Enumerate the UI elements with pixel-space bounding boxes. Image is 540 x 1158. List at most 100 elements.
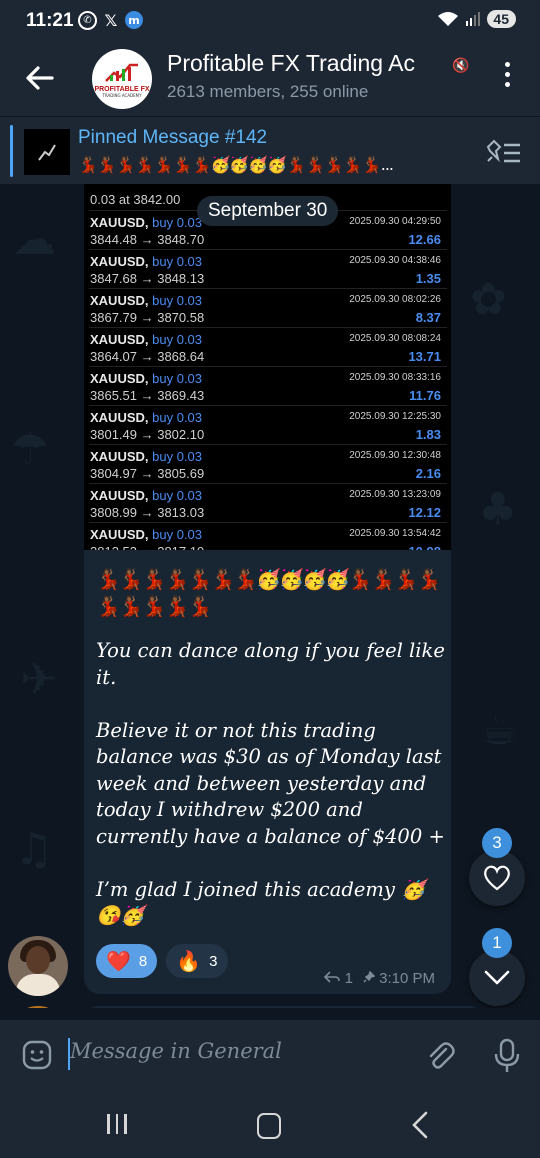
trade-side: buy 0.03 — [152, 449, 203, 464]
next-sender-avatar[interactable] — [8, 1006, 68, 1008]
trade-first-line: 0.03 at 3842.00 — [90, 192, 181, 207]
chart-thumbnail-icon — [38, 144, 56, 161]
pinned-thumbnail — [24, 129, 70, 175]
trade-datetime: 2025.09.30 13:23:09 — [349, 489, 441, 500]
trade-prices: 3865.51 → 3869.43 — [90, 388, 205, 403]
trade-symbol: XAUUSD, buy 0.03 — [90, 215, 203, 230]
doodle-icon: ♫ — [14, 824, 54, 875]
pinned-message-bar[interactable]: Pinned Message #142 💃🏾💃🏾💃🏾💃🏾💃🏾💃🏾💃🏾🥳🥳🥳🥳💃🏾… — [0, 116, 540, 185]
channel-title[interactable]: Profitable FX Trading Ac — [167, 50, 447, 77]
reactions-jump-button[interactable] — [469, 850, 525, 906]
channel-subtitle: 2613 members, 255 online — [167, 82, 369, 101]
trade-history-image[interactable]: 0.03 at 3842.00 XAUUSD, buy 0.03 3844.48 … — [84, 184, 451, 550]
trade-row: XAUUSD, buy 0.03 3847.68 → 3848.13 2025.09… — [89, 249, 447, 289]
trade-profit: 8.37 — [415, 310, 441, 325]
message-meta: 1 3:10 PM — [324, 970, 435, 987]
doodle-icon: ♣ — [478, 484, 518, 535]
trade-datetime: 2025.09.30 04:29:50 — [349, 216, 441, 227]
trade-side: buy 0.03 — [152, 527, 203, 542]
message-time-wrap: 3:10 PM — [363, 970, 435, 987]
trade-side: buy 0.03 — [152, 215, 203, 230]
trade-row: XAUUSD, buy 0.033813.53 → 3817.192025.09… — [89, 522, 447, 550]
reactions-badge: 3 — [482, 828, 512, 858]
battery-indicator: 45 — [487, 10, 516, 28]
nav-back-icon[interactable] — [408, 1110, 434, 1140]
trade-datetime: 2025.09.30 12:25:30 — [349, 411, 441, 422]
trade-prices: 3867.79 → 3870.58 — [90, 310, 205, 325]
trade-symbol: XAUUSD, buy 0.03 — [90, 449, 203, 464]
recent-apps-icon[interactable] — [107, 1114, 131, 1136]
trade-symbol: XAUUSD, buy 0.03 — [90, 410, 203, 425]
status-bar: 11:21 ✆ 𝕏 m 45 — [0, 0, 540, 44]
trade-prices: 3804.97 → 3805.69 — [90, 466, 205, 481]
notification-icons: ✆ 𝕏 m — [78, 10, 143, 30]
trade-prices: 3844.48 → 3848.70 — [90, 232, 205, 247]
avatar-text: PROFITABLE FX — [94, 85, 150, 93]
system-icons: 45 — [437, 10, 516, 28]
back-arrow-icon[interactable] — [22, 60, 58, 96]
reply-count-value: 1 — [344, 970, 353, 987]
status-time: 11:21 — [26, 10, 74, 31]
message-bubble[interactable]: 💃🏾💃🏾💃🏾💃🏾💃🏾💃🏾💃🏾🥳🥳🥳🥳💃🏾💃🏾💃🏾💃🏾💃🏾💃🏾💃🏾💃🏾💃🏾 You… — [84, 550, 451, 994]
trade-datetime: 2025.09.30 08:08:24 — [349, 333, 441, 344]
trade-side: buy 0.03 — [152, 410, 203, 425]
trade-prices: 3801.49 → 3802.10 — [90, 427, 205, 442]
message-input[interactable]: Message in General — [70, 1039, 282, 1063]
date-chip: September 30 — [197, 196, 339, 226]
reaction-fire[interactable]: 🔥 3 — [166, 944, 228, 978]
trade-profit: 2.16 — [415, 466, 441, 481]
trade-datetime: 2025.09.30 04:38:46 — [349, 255, 441, 266]
muted-icon: 🔇 — [452, 58, 470, 74]
trade-datetime: 2025.09.30 08:33:16 — [349, 372, 441, 383]
trade-symbol: XAUUSD, buy 0.03 — [90, 527, 203, 542]
wifi-icon — [438, 12, 459, 26]
trade-profit: 12.66 — [408, 232, 441, 247]
chat-header: PROFITABLE FX TRADING ACADEMY Profitable… — [0, 44, 540, 116]
more-options-icon[interactable] — [497, 62, 517, 92]
doodle-icon: ☂ — [10, 424, 50, 475]
trade-side: buy 0.03 — [152, 371, 203, 386]
trade-profit: 1.35 — [415, 271, 441, 286]
reaction-heart[interactable]: ❤️ 8 — [96, 944, 158, 978]
trade-profit: 1.83 — [415, 427, 441, 442]
trade-datetime: 2025.09.30 12:30:48 — [349, 450, 441, 461]
message-time: 3:10 PM — [379, 970, 435, 987]
trade-row: XAUUSD, buy 0.03 3804.97 → 3805.69 2025.09… — [89, 444, 447, 484]
reply-icon — [324, 971, 341, 983]
home-icon[interactable] — [257, 1113, 281, 1139]
trade-symbol: XAUUSD, buy 0.03 — [90, 488, 203, 503]
heart-icon: ❤️ — [106, 950, 131, 973]
trade-side: buy 0.03 — [152, 332, 203, 347]
attach-icon[interactable] — [424, 1040, 456, 1072]
trade-side: buy 0.03 — [152, 293, 203, 308]
doodle-icon: ✈ — [20, 654, 57, 705]
reply-count[interactable]: 1 — [324, 970, 353, 987]
message-input-bar: Message in General — [0, 1020, 540, 1092]
whatsapp-icon: ✆ — [78, 10, 97, 30]
trade-symbol: XAUUSD, buy 0.03 — [90, 293, 203, 308]
fire-icon: 🔥 — [176, 950, 202, 973]
microphone-icon[interactable] — [492, 1038, 522, 1074]
messenger-icon: m — [125, 11, 143, 29]
channel-avatar[interactable]: PROFITABLE FX TRADING ACADEMY — [92, 49, 152, 109]
pinned-list-icon[interactable] — [484, 139, 524, 167]
message-text: You can dance along if you feel like it.… — [96, 639, 445, 927]
pinned-preview: 💃🏾💃🏾💃🏾💃🏾💃🏾💃🏾💃🏾🥳🥳🥳🥳💃🏾💃🏾💃🏾💃🏾💃🏾... — [78, 155, 394, 174]
scroll-down-button[interactable] — [469, 950, 525, 1006]
pin-icon — [363, 970, 376, 983]
trade-row: XAUUSD, buy 0.03 3808.99 → 3813.03 2025.09… — [89, 483, 447, 523]
system-nav-bar — [0, 1092, 540, 1158]
doodle-icon: ✿ — [470, 274, 507, 325]
next-message-bubble[interactable] — [84, 1006, 484, 1008]
trade-prices: 3864.07 → 3868.64 — [90, 349, 205, 364]
chat-area[interactable]: ☁ ✿ ☂ ♣ ✈ ☕ ♫ 0.03 at 3842.00 XAUUSD, bu… — [0, 184, 540, 1008]
doodle-icon: ☕ — [480, 704, 520, 755]
trade-row: XAUUSD, buy 0.03 3867.79 → 3870.58 2025.09… — [89, 288, 447, 328]
emoji-icon[interactable] — [22, 1040, 52, 1070]
trade-prices: 3847.68 → 3848.13 — [90, 271, 205, 286]
x-icon: 𝕏 — [104, 10, 118, 30]
doodle-icon: ☁ — [12, 214, 56, 265]
trade-symbol: XAUUSD, buy 0.03 — [90, 371, 203, 386]
trade-symbol: XAUUSD, buy 0.03 — [90, 254, 203, 269]
sender-avatar[interactable] — [8, 936, 68, 996]
